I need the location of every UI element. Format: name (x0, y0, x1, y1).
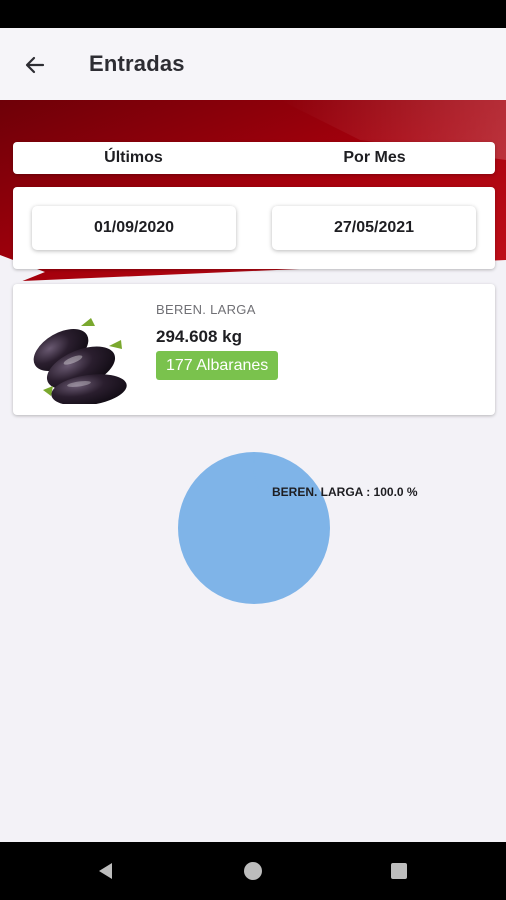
nav-home-button[interactable] (223, 842, 283, 900)
date-to-button[interactable]: 27/05/2021 (272, 206, 476, 250)
tab-ultimos[interactable]: Últimos (13, 142, 254, 174)
status-bar (0, 0, 506, 28)
nav-back-button[interactable] (76, 842, 136, 900)
home-circle-icon (244, 862, 262, 880)
back-triangle-icon (99, 863, 112, 879)
app-bar: Entradas (0, 28, 506, 100)
pie-slice-label: BEREN. LARGA : 100.0 % (272, 485, 418, 499)
product-weight: 294.608 kg (156, 327, 243, 346)
pie-chart: BEREN. LARGA : 100.0 % (178, 451, 418, 604)
system-nav-bar (0, 842, 506, 900)
albaranes-badge: 177 Albaranes (156, 351, 279, 380)
pie-slice (178, 452, 330, 604)
tab-por-mes[interactable]: Por Mes (254, 142, 495, 174)
eggplant-image (31, 312, 133, 406)
tab-bar: Últimos Por Mes (13, 142, 495, 174)
date-from-button[interactable]: 01/09/2020 (32, 206, 236, 250)
nav-recents-button[interactable] (369, 842, 429, 900)
date-range-card: 01/09/2020 27/05/2021 (13, 187, 495, 269)
product-name: BEREN. LARGA (156, 302, 256, 317)
product-card[interactable]: BEREN. LARGA 294.608 kg 177 Albaranes (13, 284, 495, 415)
arrow-left-icon (25, 56, 45, 74)
back-button[interactable] (18, 48, 52, 82)
recents-square-icon (391, 863, 407, 879)
page-title: Entradas (89, 51, 185, 76)
